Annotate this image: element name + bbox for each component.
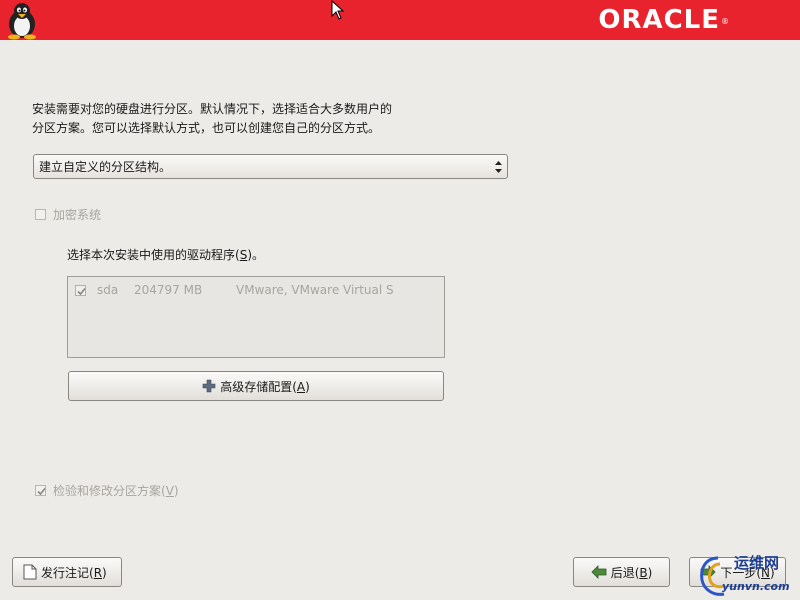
next-label-suffix: ) [769, 565, 775, 580]
driver-row-size: 204797 MB [134, 283, 203, 297]
notes-label-mnemonic: R [93, 565, 103, 580]
advanced-label-mnemonic: A [296, 379, 306, 394]
review-partition-label: 检验和修改分区方案(V) [53, 482, 179, 499]
arrow-left-icon [591, 565, 607, 579]
tux-penguin-icon [8, 3, 36, 40]
partition-description: 安装需要对您的硬盘进行分区。默认情况下，选择适合大多数用户的 分区方案。您可以选… [32, 100, 392, 138]
review-label-suffix: ) [173, 484, 179, 498]
registered-mark: ® [721, 17, 730, 26]
driver-label-prefix: 选择本次安装中使用的驱动程序( [67, 248, 240, 262]
back-label: 后退(B) [611, 564, 653, 581]
notes-label-suffix: ) [102, 565, 107, 580]
brand-text: ORACLE [598, 5, 720, 35]
driver-label-suffix: )。 [247, 248, 264, 262]
driver-row[interactable]: sda 204797 MB VMware, VMware Virtual S [75, 283, 394, 297]
notes-label-prefix: 发行注记( [41, 565, 94, 580]
next-label: 下一步(N) [720, 564, 774, 581]
review-label-mnemonic: V [165, 484, 174, 498]
back-label-mnemonic: B [639, 565, 648, 580]
header-banner: ORACLE® [0, 0, 800, 40]
mouse-cursor-icon [331, 0, 345, 20]
advanced-storage-label: 高级存储配置(A) [220, 378, 310, 395]
driver-list[interactable]: sda 204797 MB VMware, VMware Virtual S [67, 276, 445, 358]
oracle-logo: ORACLE® [598, 6, 730, 34]
advanced-storage-button[interactable]: 高级存储配置(A) [68, 371, 444, 401]
encrypt-system-checkbox[interactable] [35, 209, 46, 220]
advanced-label-prefix: 高级存储配置( [220, 379, 297, 394]
back-button[interactable]: 后退(B) [573, 557, 670, 587]
review-partition-checkbox[interactable] [35, 485, 46, 496]
encrypt-system-label: 加密系统 [53, 208, 102, 222]
back-label-prefix: 后退( [610, 565, 640, 580]
encrypt-system-row: 加密系统 [35, 206, 101, 223]
document-icon [23, 564, 37, 580]
driver-list-label: 选择本次安装中使用的驱动程序(S)。 [67, 246, 264, 263]
driver-row-model: VMware, VMware Virtual S [236, 283, 394, 297]
arrow-right-icon [700, 565, 716, 579]
partition-layout-select[interactable]: 建立自定义的分区结构。 [33, 154, 508, 179]
release-notes-label: 发行注记(R) [41, 564, 107, 581]
review-label-prefix: 检验和修改分区方案( [53, 484, 166, 498]
driver-row-checkbox[interactable] [75, 284, 86, 296]
plus-icon [202, 379, 216, 393]
description-line-1: 安装需要对您的硬盘进行分区。默认情况下，选择适合大多数用户的 [32, 102, 393, 116]
next-button[interactable]: 下一步(N) [689, 557, 786, 587]
back-label-suffix: ) [647, 565, 653, 580]
partition-layout-value: 建立自定义的分区结构。 [39, 160, 172, 174]
updown-arrow-icon [495, 161, 502, 173]
driver-row-name: sda [97, 283, 119, 297]
next-label-prefix: 下一步( [720, 565, 761, 580]
next-label-mnemonic: N [761, 565, 770, 580]
description-line-2: 分区方案。您可以选择默认方式，也可以创建您自己的分区方式。 [32, 121, 381, 135]
advanced-label-suffix: ) [305, 379, 310, 394]
release-notes-button[interactable]: 发行注记(R) [12, 557, 122, 587]
review-partition-row: 检验和修改分区方案(V) [35, 482, 179, 499]
